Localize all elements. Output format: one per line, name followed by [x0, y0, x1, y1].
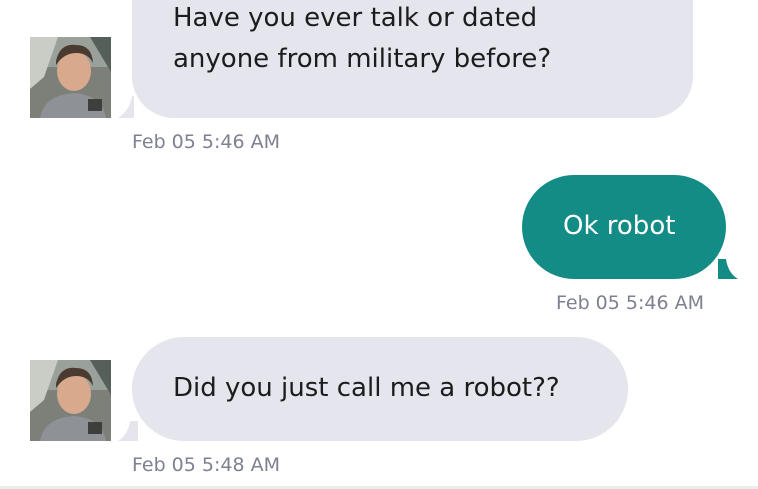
message-timestamp: Feb 05 5:48 AM [132, 454, 280, 476]
incoming-bubble-tail [118, 421, 138, 441]
incoming-message-bubble[interactable]: Did you just call me a robot?? [132, 337, 628, 441]
message-text: Did you just call me a robot?? [173, 373, 560, 403]
sender-avatar[interactable] [30, 37, 111, 118]
outgoing-message-bubble[interactable]: Ok robot [522, 175, 726, 279]
sender-avatar[interactable] [30, 360, 111, 441]
message-text-line: Have you ever talk or dated [173, 3, 538, 33]
message-timestamp: Feb 05 5:46 AM [556, 292, 704, 314]
avatar-photo-icon [30, 37, 111, 118]
outgoing-bubble-tail [718, 259, 738, 279]
message-text: Ok robot [563, 211, 676, 241]
incoming-bubble-tail [118, 96, 134, 118]
message-timestamp: Feb 05 5:46 AM [132, 131, 280, 153]
chat-thread: Have you ever talk or dated anyone from … [0, 0, 758, 489]
message-text-line: anyone from military before? [173, 44, 552, 74]
incoming-message-bubble[interactable]: Have you ever talk or dated anyone from … [132, 0, 693, 118]
avatar-photo-icon [30, 360, 111, 441]
